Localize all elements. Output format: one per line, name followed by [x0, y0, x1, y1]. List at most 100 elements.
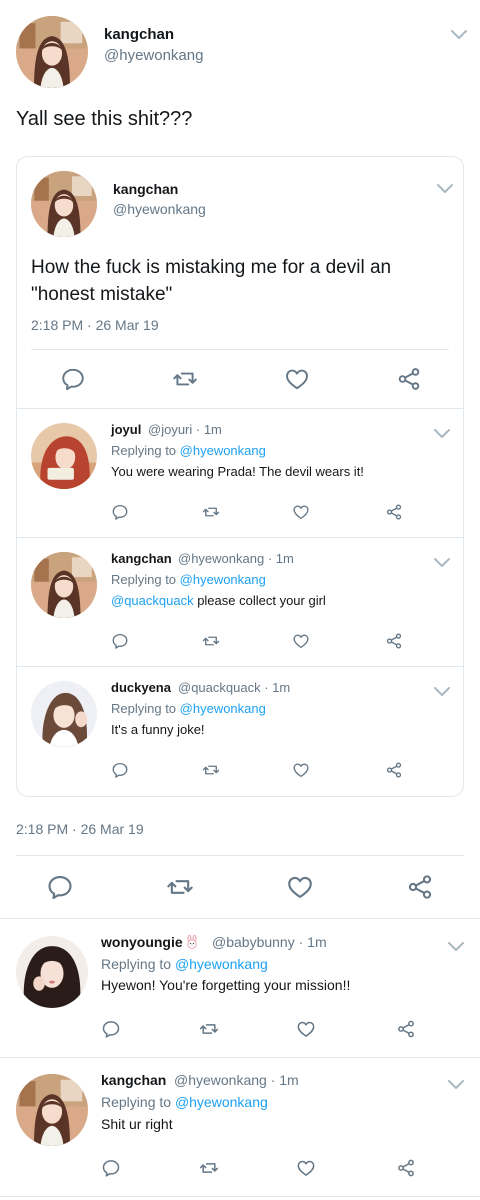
- divider: [0, 918, 480, 919]
- avatar[interactable]: [16, 1074, 88, 1146]
- reply-text: You were wearing Prada! The devil wears …: [111, 464, 364, 479]
- tweet-text: Yall see this shit???: [16, 108, 193, 130]
- quoted-tweet-text-line1: How the fuck is mistaking me for a devil…: [31, 257, 392, 278]
- avatar[interactable]: [31, 423, 97, 489]
- reply-time: · 1m: [267, 551, 294, 566]
- reply-handle[interactable]: @babybunny: [212, 934, 295, 950]
- retweet-icon[interactable]: [202, 632, 220, 650]
- reply-text-body: You were wearing Prada! The devil wears …: [111, 464, 364, 479]
- share-icon[interactable]: [396, 1019, 416, 1039]
- avatar-image: [16, 16, 88, 88]
- reply-text: Shit ur right: [101, 1116, 173, 1132]
- avatar[interactable]: [16, 16, 88, 88]
- avatar[interactable]: [31, 171, 97, 237]
- replying-to-label: Replying to: [111, 443, 180, 458]
- heart-icon[interactable]: [292, 632, 310, 650]
- reply-author-name[interactable]: joyul: [111, 422, 141, 437]
- heart-icon[interactable]: [296, 1158, 316, 1178]
- heart-icon[interactable]: [292, 503, 310, 521]
- retweet-icon[interactable]: [172, 366, 198, 392]
- author-name[interactable]: kangchan: [104, 26, 174, 43]
- chevron-down-icon[interactable]: [447, 1079, 465, 1091]
- reply-author-name[interactable]: duckyena: [111, 680, 171, 695]
- quoted-author-name[interactable]: kangchan: [113, 181, 178, 197]
- reply-icon[interactable]: [101, 1019, 121, 1039]
- share-icon[interactable]: [396, 366, 422, 392]
- quoted-author-handle[interactable]: @hyewonkang: [113, 201, 206, 217]
- reply-author-name[interactable]: kangchan: [101, 1072, 166, 1088]
- chevron-down-icon[interactable]: [450, 29, 468, 41]
- avatar[interactable]: [16, 936, 88, 1008]
- reply-handle[interactable]: @hyewonkang: [174, 1072, 267, 1088]
- chevron-down-icon[interactable]: [433, 557, 451, 569]
- retweet-icon[interactable]: [199, 1158, 219, 1178]
- replying-to-link[interactable]: @hyewonkang: [180, 443, 266, 458]
- avatar[interactable]: [31, 552, 97, 618]
- reply-handle[interactable]: @hyewonkang: [178, 551, 264, 566]
- replying-to: Replying to @hyewonkang: [111, 572, 266, 587]
- avatar-image: [31, 171, 97, 237]
- avatar[interactable]: [31, 681, 97, 747]
- retweet-icon[interactable]: [202, 503, 220, 521]
- reply-text-body: It's a funny joke!: [111, 722, 205, 737]
- heart-icon[interactable]: [296, 1019, 316, 1039]
- share-icon[interactable]: [385, 632, 403, 650]
- reply-author-name: wonyoungie: [101, 934, 201, 950]
- replying-to: Replying to @hyewonkang: [101, 1094, 268, 1110]
- author-handle[interactable]: @hyewonkang: [104, 47, 203, 64]
- reply-time: · 1m: [298, 934, 327, 950]
- chevron-down-icon[interactable]: [433, 428, 451, 440]
- reply-icon[interactable]: [60, 366, 86, 392]
- retweet-icon[interactable]: [166, 873, 194, 901]
- heart-icon[interactable]: [292, 761, 310, 779]
- share-icon[interactable]: [396, 1158, 416, 1178]
- share-icon[interactable]: [385, 761, 403, 779]
- chevron-down-icon[interactable]: [433, 686, 451, 698]
- divider: [0, 1057, 480, 1058]
- reply-handle[interactable]: @quackquack: [178, 680, 261, 695]
- tweet-timestamp[interactable]: 2:18 PM · 26 Mar 19: [16, 821, 144, 837]
- replying-to-link[interactable]: @hyewonkang: [175, 956, 268, 972]
- retweet-icon[interactable]: [202, 761, 220, 779]
- avatar-image: [31, 423, 97, 489]
- divider: [17, 408, 463, 409]
- replying-to-link[interactable]: @hyewonkang: [180, 572, 266, 587]
- heart-icon[interactable]: [284, 366, 310, 392]
- avatar-image: [16, 1074, 88, 1146]
- replying-to-link[interactable]: @hyewonkang: [175, 1094, 268, 1110]
- reply-icon[interactable]: [111, 761, 129, 779]
- reply-text: Hyewon! You're forgetting your mission!!: [101, 977, 351, 993]
- retweet-icon[interactable]: [199, 1019, 219, 1039]
- replying-to-label: Replying to: [111, 572, 180, 587]
- share-icon[interactable]: [406, 873, 434, 901]
- reply-author-name-text[interactable]: wonyoungie: [101, 934, 183, 950]
- replying-to-link[interactable]: @hyewonkang: [180, 701, 266, 716]
- reply-icon[interactable]: [111, 503, 129, 521]
- reply-author-handle: @babybunny · 1m: [212, 934, 327, 950]
- share-icon[interactable]: [385, 503, 403, 521]
- replying-to-label: Replying to: [101, 1094, 175, 1110]
- divider: [0, 1196, 480, 1197]
- reply-time: · 1m: [195, 422, 222, 437]
- replying-to-label: Replying to: [111, 701, 180, 716]
- quoted-timestamp[interactable]: 2:18 PM · 26 Mar 19: [31, 317, 159, 333]
- reply-icon[interactable]: [101, 1158, 121, 1178]
- reply-icon[interactable]: [46, 873, 74, 901]
- mention-link[interactable]: @quackquack: [111, 593, 194, 608]
- chevron-down-icon[interactable]: [436, 183, 454, 195]
- divider: [17, 537, 463, 538]
- reply-author-name[interactable]: kangchan: [111, 551, 172, 566]
- divider: [17, 666, 463, 667]
- quoted-tweet-text-line2: "honest mistake": [31, 284, 173, 305]
- avatar-image: [31, 681, 97, 747]
- chevron-down-icon[interactable]: [447, 941, 465, 953]
- divider: [31, 349, 449, 350]
- reply-author-handle: @joyuri · 1m: [148, 422, 222, 437]
- replying-to-label: Replying to: [101, 956, 175, 972]
- heart-icon[interactable]: [286, 873, 314, 901]
- bunny-emoji-icon: [187, 935, 197, 949]
- reply-time: · 1m: [270, 1072, 299, 1088]
- reply-text: @quackquack please collect your girl: [111, 593, 326, 608]
- reply-icon[interactable]: [111, 632, 129, 650]
- reply-handle[interactable]: @joyuri: [148, 422, 192, 437]
